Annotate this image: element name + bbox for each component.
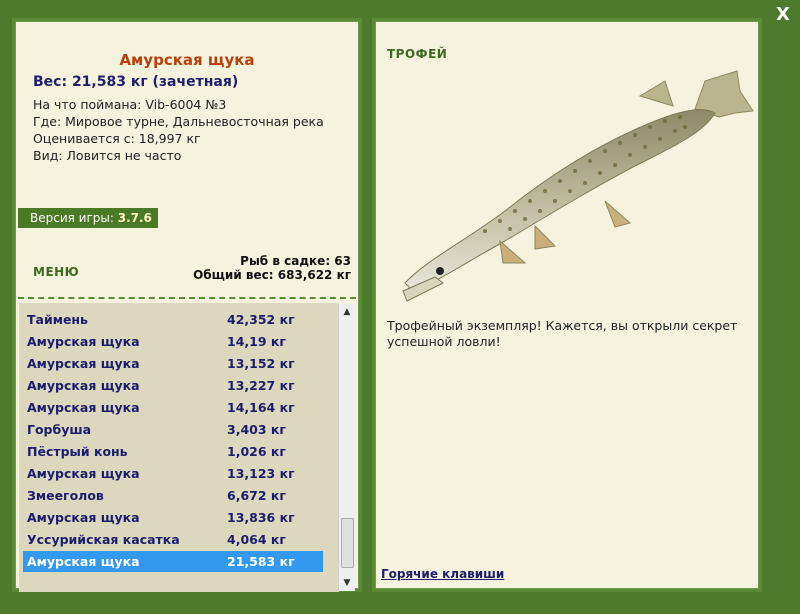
menu-button[interactable]: МЕНЮ (33, 265, 79, 279)
catch-fish-weight: 21,583 кг (227, 554, 295, 569)
catch-fish-weight: 6,672 кг (227, 488, 286, 503)
close-button[interactable]: X (772, 4, 794, 26)
catch-fish-weight: 13,152 кг (227, 356, 295, 371)
kind-info: Вид: Ловится не часто (33, 148, 182, 163)
catch-list-item[interactable]: Пёстрый конь 1,026 кг (23, 441, 323, 462)
catch-list-item[interactable]: Амурская щука 21,583 кг (23, 551, 323, 572)
catch-list-item[interactable]: Амурская щука 13,123 кг (23, 463, 323, 484)
version-badge: Версия игры: 3.7.6 (18, 208, 158, 228)
catch-fish-name: Амурская щука (27, 400, 140, 415)
catch-fish-name: Амурская щука (27, 334, 140, 349)
scrollbar[interactable]: ▲ ▼ (338, 304, 355, 591)
trophy-panel: ТРОФЕЙ Трофейный экземпляр! Кажется, вы … (372, 18, 762, 592)
catch-fish-weight: 3,403 кг (227, 422, 286, 437)
catch-list-item[interactable]: Горбуша 3,403 кг (23, 419, 323, 440)
catch-fish-name: Амурская щука (27, 510, 140, 525)
catch-fish-weight: 42,352 кг (227, 312, 295, 327)
catch-fish-name: Уссурийская касатка (27, 532, 180, 547)
scroll-down-icon[interactable]: ▼ (339, 575, 355, 591)
catch-list-item[interactable]: Таймень 42,352 кг (23, 309, 323, 330)
catch-fish-weight: 13,227 кг (227, 378, 295, 393)
catch-fish-name: Амурская щука (27, 356, 140, 371)
version-value: 3.7.6 (117, 211, 152, 225)
version-label: Версия игры: (30, 211, 114, 225)
location-info: Где: Мировое турне, Дальневосточная река (33, 114, 324, 129)
catch-fish-name: Амурская щука (27, 466, 140, 481)
catch-fish-weight: 13,836 кг (227, 510, 295, 525)
catch-list-item[interactable]: Амурская щука 13,836 кг (23, 507, 323, 528)
catch-fish-weight: 13,123 кг (227, 466, 295, 481)
fish-count: Рыб в садке: 63 (240, 254, 351, 268)
scroll-up-icon[interactable]: ▲ (339, 304, 355, 320)
trophy-description: Трофейный экземпляр! Кажется, вы открыли… (387, 318, 738, 349)
catch-list[interactable]: Таймень 42,352 кг Амурская щука 14,19 кг Аму… (19, 303, 339, 592)
catch-fish-weight: 4,064 кг (227, 532, 286, 547)
catch-list-item[interactable]: Амурская щука 13,227 кг (23, 375, 323, 396)
catch-list-item[interactable]: Амурская щука 14,164 кг (23, 397, 323, 418)
hotkeys-link[interactable]: Горячие клавиши (381, 567, 504, 581)
catch-fish-name: Пёстрый конь (27, 444, 128, 459)
catch-list-item[interactable]: Амурская щука 14,19 кг (23, 331, 323, 352)
catch-fish-weight: 14,19 кг (227, 334, 286, 349)
fish-title: Амурская щука (119, 51, 255, 69)
pike-fish-image (402, 70, 754, 302)
catch-fish-weight: 14,164 кг (227, 400, 295, 415)
divider (18, 297, 356, 299)
catch-list-item[interactable]: Уссурийская касатка 4,064 кг (23, 529, 323, 550)
trophy-label: ТРОФЕЙ (387, 47, 448, 61)
valued-info: Оценивается с: 18,997 кг (33, 131, 201, 146)
scroll-thumb[interactable] (341, 518, 354, 568)
catch-fish-name: Амурская щука (27, 554, 140, 569)
bait-info: На что поймана: Vib-6004 №3 (33, 97, 227, 112)
catch-fish-name: Змееголов (27, 488, 104, 503)
fish-info-panel: Амурская щука Вес: 21,583 кг (зачетная) … (12, 18, 362, 592)
catch-list-item[interactable]: Змееголов 6,672 кг (23, 485, 323, 506)
catch-fish-name: Горбуша (27, 422, 92, 437)
catch-fish-name: Амурская щука (27, 378, 140, 393)
catch-fish-weight: 1,026 кг (227, 444, 286, 459)
catch-list-item[interactable]: Амурская щука 13,152 кг (23, 353, 323, 374)
catch-fish-name: Таймень (27, 312, 88, 327)
total-weight: Общий вес: 683,622 кг (193, 268, 351, 282)
fish-weight: Вес: 21,583 кг (зачетная) (33, 74, 239, 90)
